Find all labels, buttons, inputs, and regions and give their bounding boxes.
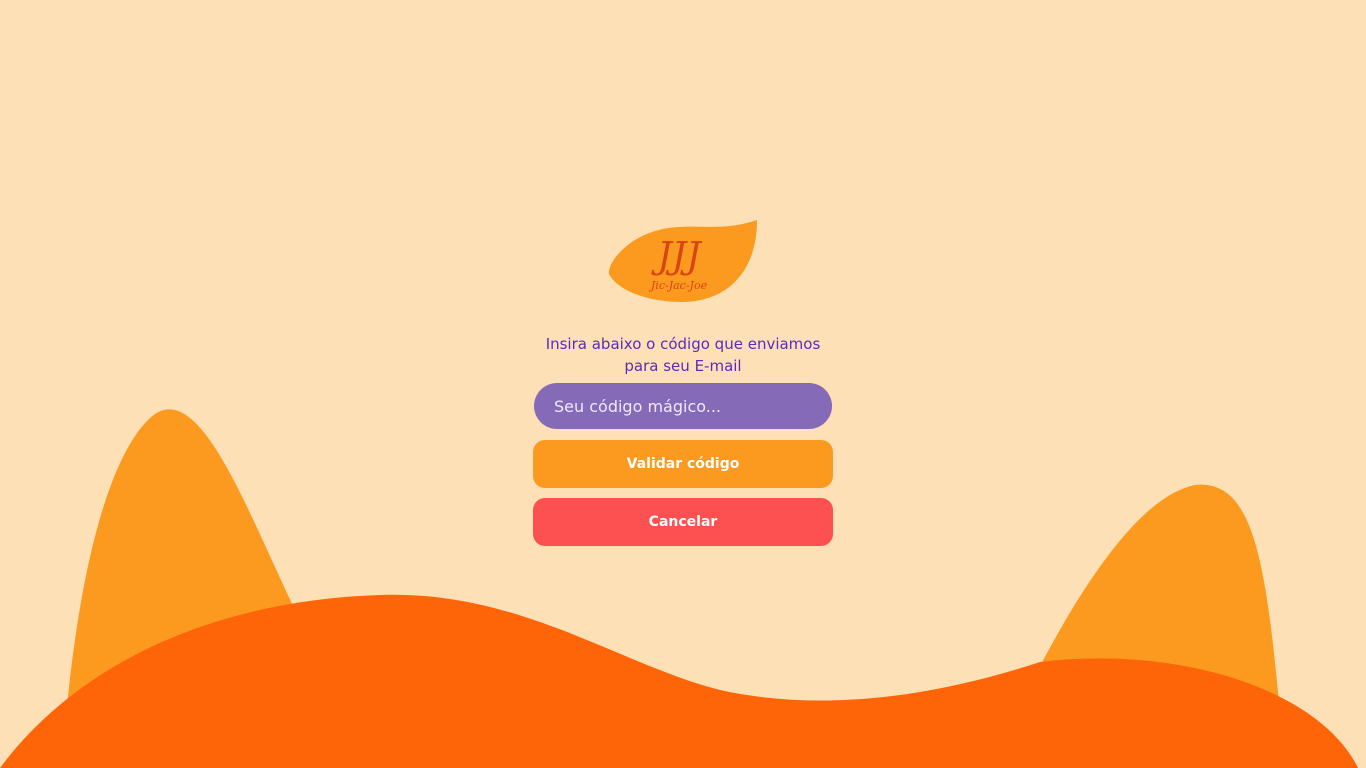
magic-code-input[interactable] — [534, 383, 832, 429]
logo-wordmark: Jic-Jac-Joe — [649, 279, 708, 292]
instructions-line-1: Insira abaixo o código que enviamos — [545, 335, 821, 353]
validate-code-button[interactable]: Validar código — [533, 440, 833, 488]
instructions-text: Insira abaixo o código que enviamos para… — [533, 333, 833, 377]
leaf-logo-icon: JJJ Jic-Jac-Joe — [608, 220, 757, 302]
instructions-line-2: para seu E-mail — [624, 357, 742, 375]
cancel-button[interactable]: Cancelar — [533, 498, 833, 546]
verification-page: JJJ Jic-Jac-Joe Insira abaixo o código q… — [0, 0, 1366, 768]
verification-form: JJJ Jic-Jac-Joe Insira abaixo o código q… — [533, 218, 833, 546]
logo-mark: JJJ — [650, 236, 703, 277]
